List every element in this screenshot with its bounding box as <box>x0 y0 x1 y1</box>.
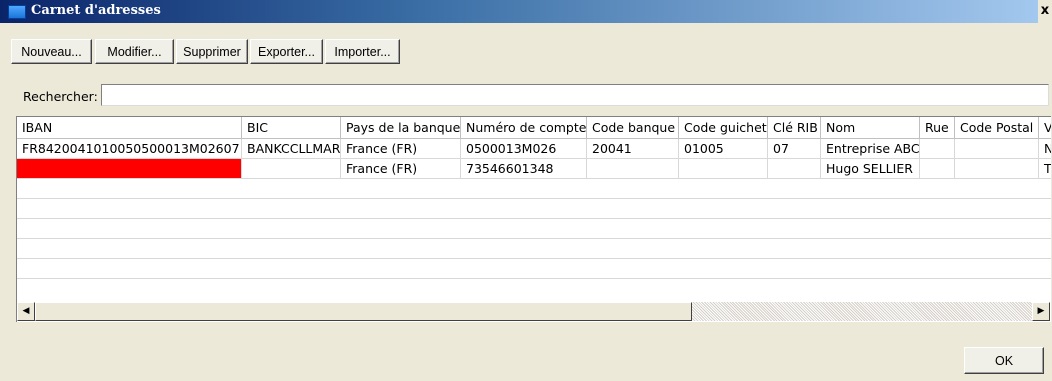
column-header-name[interactable]: Nom <box>821 117 920 139</box>
column-header-bank-code[interactable]: Code banque <box>587 117 679 139</box>
search-label: Rechercher: <box>23 89 98 104</box>
empty-row <box>17 199 1051 219</box>
table-cell[interactable]: TC <box>1039 159 1051 179</box>
table-cell[interactable]: 20041 <box>587 139 679 159</box>
column-header-iban[interactable]: IBAN <box>17 117 242 139</box>
ok-button[interactable]: OK <box>964 347 1044 374</box>
column-header-account-number[interactable]: Numéro de compte <box>461 117 587 139</box>
table-cell[interactable] <box>920 139 955 159</box>
table-cell[interactable]: N/ <box>1039 139 1051 159</box>
table-cell[interactable]: 73546601348 <box>461 159 587 179</box>
empty-row <box>17 279 1051 299</box>
table-cell[interactable]: Hugo SELLIER <box>821 159 920 179</box>
table-cell[interactable]: 07 <box>768 139 821 159</box>
search-input[interactable] <box>101 84 1049 106</box>
table-cell[interactable]: France (FR) <box>341 139 461 159</box>
window-icon <box>8 5 26 19</box>
table-cell[interactable] <box>242 159 341 179</box>
table-cell-highlighted[interactable] <box>17 159 242 179</box>
new-button[interactable]: Nouveau... <box>11 39 92 64</box>
scroll-left-icon[interactable]: ◀ <box>17 302 35 321</box>
column-header-postal-code[interactable]: Code Postal <box>955 117 1039 139</box>
title-bar: Carnet d'adresses x <box>0 0 1052 23</box>
scroll-right-icon[interactable]: ▶ <box>1032 302 1050 321</box>
import-button[interactable]: Importer... <box>325 39 400 64</box>
window-title: Carnet d'adresses <box>31 3 161 18</box>
table-cell[interactable]: Entreprise ABC <box>821 139 920 159</box>
export-button[interactable]: Exporter... <box>250 39 323 64</box>
table-cell[interactable]: 01005 <box>679 139 768 159</box>
column-header-rib-key[interactable]: Clé RIB <box>768 117 821 139</box>
column-header-street[interactable]: Rue <box>920 117 955 139</box>
delete-button[interactable]: Supprimer <box>176 39 248 64</box>
column-header-bank-country[interactable]: Pays de la banque <box>341 117 461 139</box>
table-cell[interactable] <box>955 139 1039 159</box>
empty-row <box>17 219 1051 239</box>
empty-row <box>17 259 1051 279</box>
scrollbar-thumb[interactable] <box>35 302 692 321</box>
table-cell[interactable]: FR8420041010050500013M02607 <box>17 139 242 159</box>
table-cell[interactable] <box>679 159 768 179</box>
address-table: IBAN BIC Pays de la banque Numéro de com… <box>16 116 1051 322</box>
column-header-branch-code[interactable]: Code guichet <box>679 117 768 139</box>
column-header-bic[interactable]: BIC <box>242 117 341 139</box>
table-cell[interactable] <box>587 159 679 179</box>
empty-row <box>17 239 1051 259</box>
column-header-city[interactable]: Vi <box>1039 117 1051 139</box>
table-cell[interactable] <box>955 159 1039 179</box>
horizontal-scrollbar[interactable]: ◀ ▶ <box>17 302 1050 321</box>
table-cell[interactable]: BANKCCLLMAR <box>242 139 341 159</box>
close-button[interactable]: x <box>1038 0 1052 23</box>
edit-button[interactable]: Modifier... <box>95 39 174 64</box>
table-cell[interactable] <box>920 159 955 179</box>
empty-row <box>17 179 1051 199</box>
table-cell[interactable]: 0500013M026 <box>461 139 587 159</box>
table-cell[interactable] <box>768 159 821 179</box>
table-cell[interactable]: France (FR) <box>341 159 461 179</box>
